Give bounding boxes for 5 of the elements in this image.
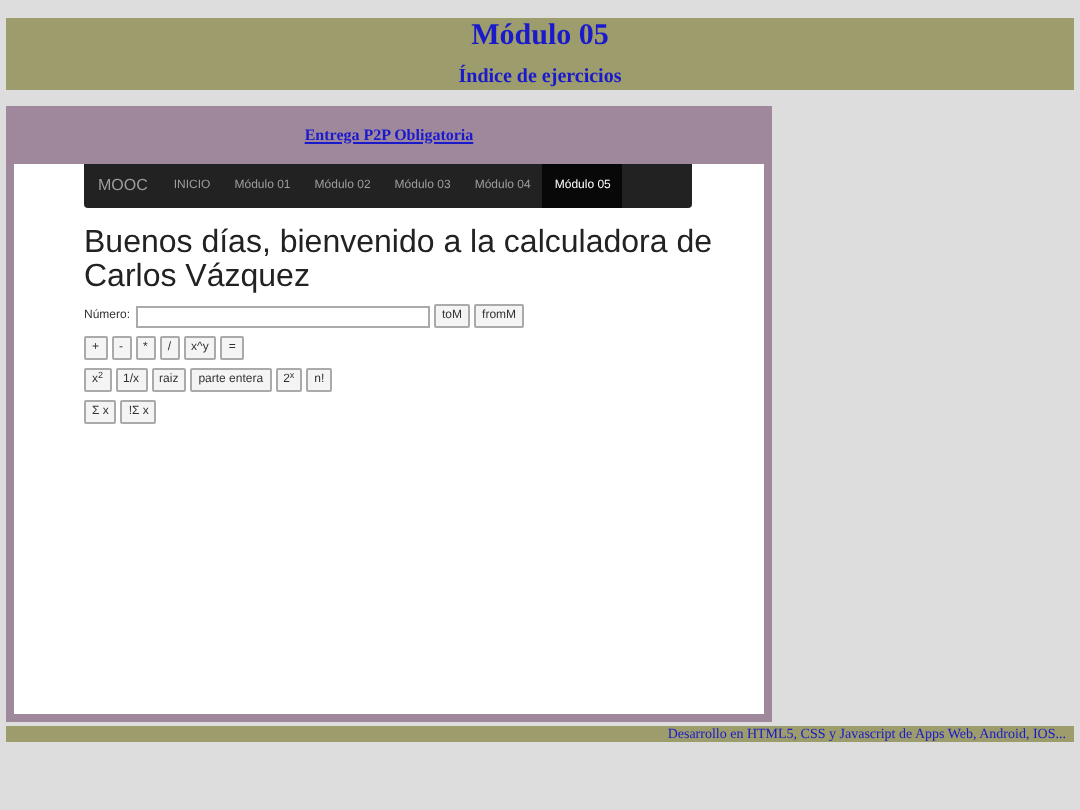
welcome-heading: Buenos días, bienvenido a la calculadora de Carlos Vázquez bbox=[84, 226, 714, 294]
brand-link[interactable]: MOOC bbox=[84, 164, 162, 208]
page-title: Módulo 05 bbox=[471, 20, 609, 52]
page-subtitle: Índice de ejercicios bbox=[458, 66, 622, 90]
number-input[interactable] bbox=[136, 305, 431, 327]
